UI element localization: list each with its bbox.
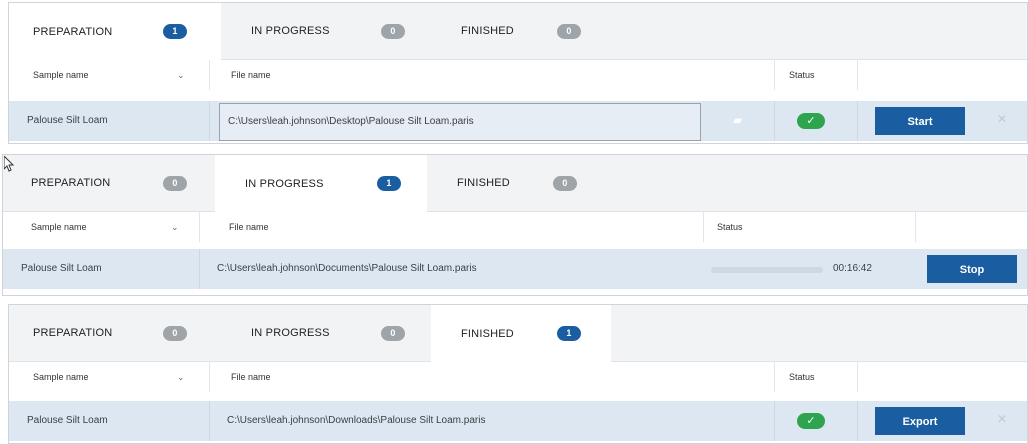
file-path-text: C:\Users\leah.johnson\Desktop\Palouse Si… <box>228 116 474 127</box>
column-divider <box>774 101 775 141</box>
tab-count-badge: 0 <box>163 325 187 341</box>
sample-name-cell: Palouse Silt Loam <box>21 263 102 274</box>
column-divider <box>857 362 858 392</box>
table-header: Sample name ⌄ File name Status <box>3 212 1027 242</box>
table-row[interactable]: Palouse Silt Loam C:\Users\leah.johnson\… <box>9 101 1027 141</box>
column-divider <box>703 212 704 242</box>
tab-bar: PREPARATION 0 IN PROGRESS 0 FINISHED 1 <box>9 305 1027 362</box>
sort-chevron-icon[interactable]: ⌄ <box>171 222 179 233</box>
column-divider <box>857 401 858 441</box>
column-divider <box>209 362 210 392</box>
tab-count-badge: 1 <box>557 326 581 341</box>
elapsed-time: 00:16:42 <box>833 263 872 274</box>
tab-count-badge: 0 <box>163 175 187 191</box>
tab-count-badge: 1 <box>377 176 401 191</box>
tab-label: FINISHED <box>461 327 514 340</box>
column-header-status[interactable]: Status <box>789 372 815 382</box>
column-divider <box>199 249 200 289</box>
tab-finished[interactable]: FINISHED 0 <box>427 155 607 211</box>
sample-name-cell: Palouse Silt Loam <box>27 115 108 126</box>
panel-finished: PREPARATION 0 IN PROGRESS 0 FINISHED 1 S… <box>8 304 1028 444</box>
close-icon[interactable]: ✕ <box>997 412 1007 426</box>
column-divider <box>857 60 858 90</box>
mouse-pointer-icon <box>4 156 14 172</box>
sample-name-cell: Palouse Silt Loam <box>27 415 108 426</box>
tab-in-progress[interactable]: IN PROGRESS 0 <box>221 3 431 59</box>
tab-finished[interactable]: FINISHED 0 <box>431 3 611 59</box>
column-divider <box>209 101 210 141</box>
tab-label: FINISHED <box>461 25 514 37</box>
column-header-file[interactable]: File name <box>231 70 271 80</box>
file-path-text: C:\Users\leah.johnson\Downloads\Palouse … <box>227 415 486 426</box>
sort-chevron-icon[interactable]: ⌄ <box>177 372 185 383</box>
sort-chevron-icon[interactable]: ⌄ <box>177 70 185 81</box>
table-row[interactable]: Palouse Silt Loam C:\Users\leah.johnson\… <box>3 249 1027 289</box>
tab-in-progress[interactable]: IN PROGRESS 0 <box>221 305 431 361</box>
panel-in-progress: PREPARATION 0 IN PROGRESS 1 FINISHED 0 S… <box>2 154 1028 296</box>
column-divider <box>774 60 775 90</box>
tab-label: IN PROGRESS <box>245 177 324 190</box>
column-header-file[interactable]: File name <box>229 222 269 232</box>
tab-bar: PREPARATION 0 IN PROGRESS 1 FINISHED 0 <box>3 155 1027 212</box>
tab-label: IN PROGRESS <box>251 25 330 37</box>
column-header-sample[interactable]: Sample name <box>33 372 89 382</box>
column-divider <box>209 401 210 441</box>
folder-icon[interactable]: ▰ <box>733 113 742 127</box>
panel-preparation: PREPARATION 1 IN PROGRESS 0 FINISHED 0 S… <box>8 2 1028 144</box>
column-header-sample[interactable]: Sample name <box>31 222 87 232</box>
check-icon: ✓ <box>797 113 825 129</box>
tab-preparation[interactable]: PREPARATION 0 <box>3 155 215 211</box>
tab-preparation[interactable]: PREPARATION 0 <box>9 305 221 361</box>
column-header-file[interactable]: File name <box>231 372 271 382</box>
table-row[interactable]: Palouse Silt Loam C:\Users\leah.johnson\… <box>9 401 1027 441</box>
table-header: Sample name ⌄ File name Status <box>9 362 1027 392</box>
tab-label: FINISHED <box>457 177 510 189</box>
table-header: Sample name ⌄ File name Status <box>9 60 1027 90</box>
tab-label: PREPARATION <box>33 25 113 38</box>
column-divider <box>199 212 200 242</box>
tab-count-badge: 0 <box>553 175 577 191</box>
stop-button[interactable]: Stop <box>927 255 1017 283</box>
column-divider <box>209 60 210 90</box>
column-divider <box>774 401 775 441</box>
tab-count-badge: 0 <box>381 23 405 39</box>
column-header-status[interactable]: Status <box>789 70 815 80</box>
column-divider <box>857 101 858 141</box>
column-header-sample[interactable]: Sample name <box>33 70 89 80</box>
column-divider <box>774 362 775 392</box>
tab-bar: PREPARATION 1 IN PROGRESS 0 FINISHED 0 <box>9 3 1027 60</box>
tab-label: PREPARATION <box>33 327 113 339</box>
tab-label: IN PROGRESS <box>251 327 330 339</box>
tab-preparation[interactable]: PREPARATION 1 <box>9 3 221 60</box>
tab-count-badge: 1 <box>163 24 187 39</box>
tab-count-badge: 0 <box>381 325 405 341</box>
column-header-status[interactable]: Status <box>717 222 743 232</box>
file-path-text: C:\Users\leah.johnson\Documents\Palouse … <box>217 263 477 274</box>
close-icon[interactable]: ✕ <box>997 112 1007 126</box>
tab-in-progress[interactable]: IN PROGRESS 1 <box>215 155 427 212</box>
tab-finished[interactable]: FINISHED 1 <box>431 305 611 362</box>
start-button[interactable]: Start <box>875 107 965 135</box>
export-button[interactable]: Export <box>875 407 965 435</box>
file-path-input[interactable]: C:\Users\leah.johnson\Desktop\Palouse Si… <box>219 103 701 141</box>
tab-count-badge: 0 <box>557 23 581 39</box>
column-divider <box>915 212 916 242</box>
tab-label: PREPARATION <box>31 177 111 189</box>
progress-bar <box>711 267 823 273</box>
check-icon: ✓ <box>797 413 825 429</box>
